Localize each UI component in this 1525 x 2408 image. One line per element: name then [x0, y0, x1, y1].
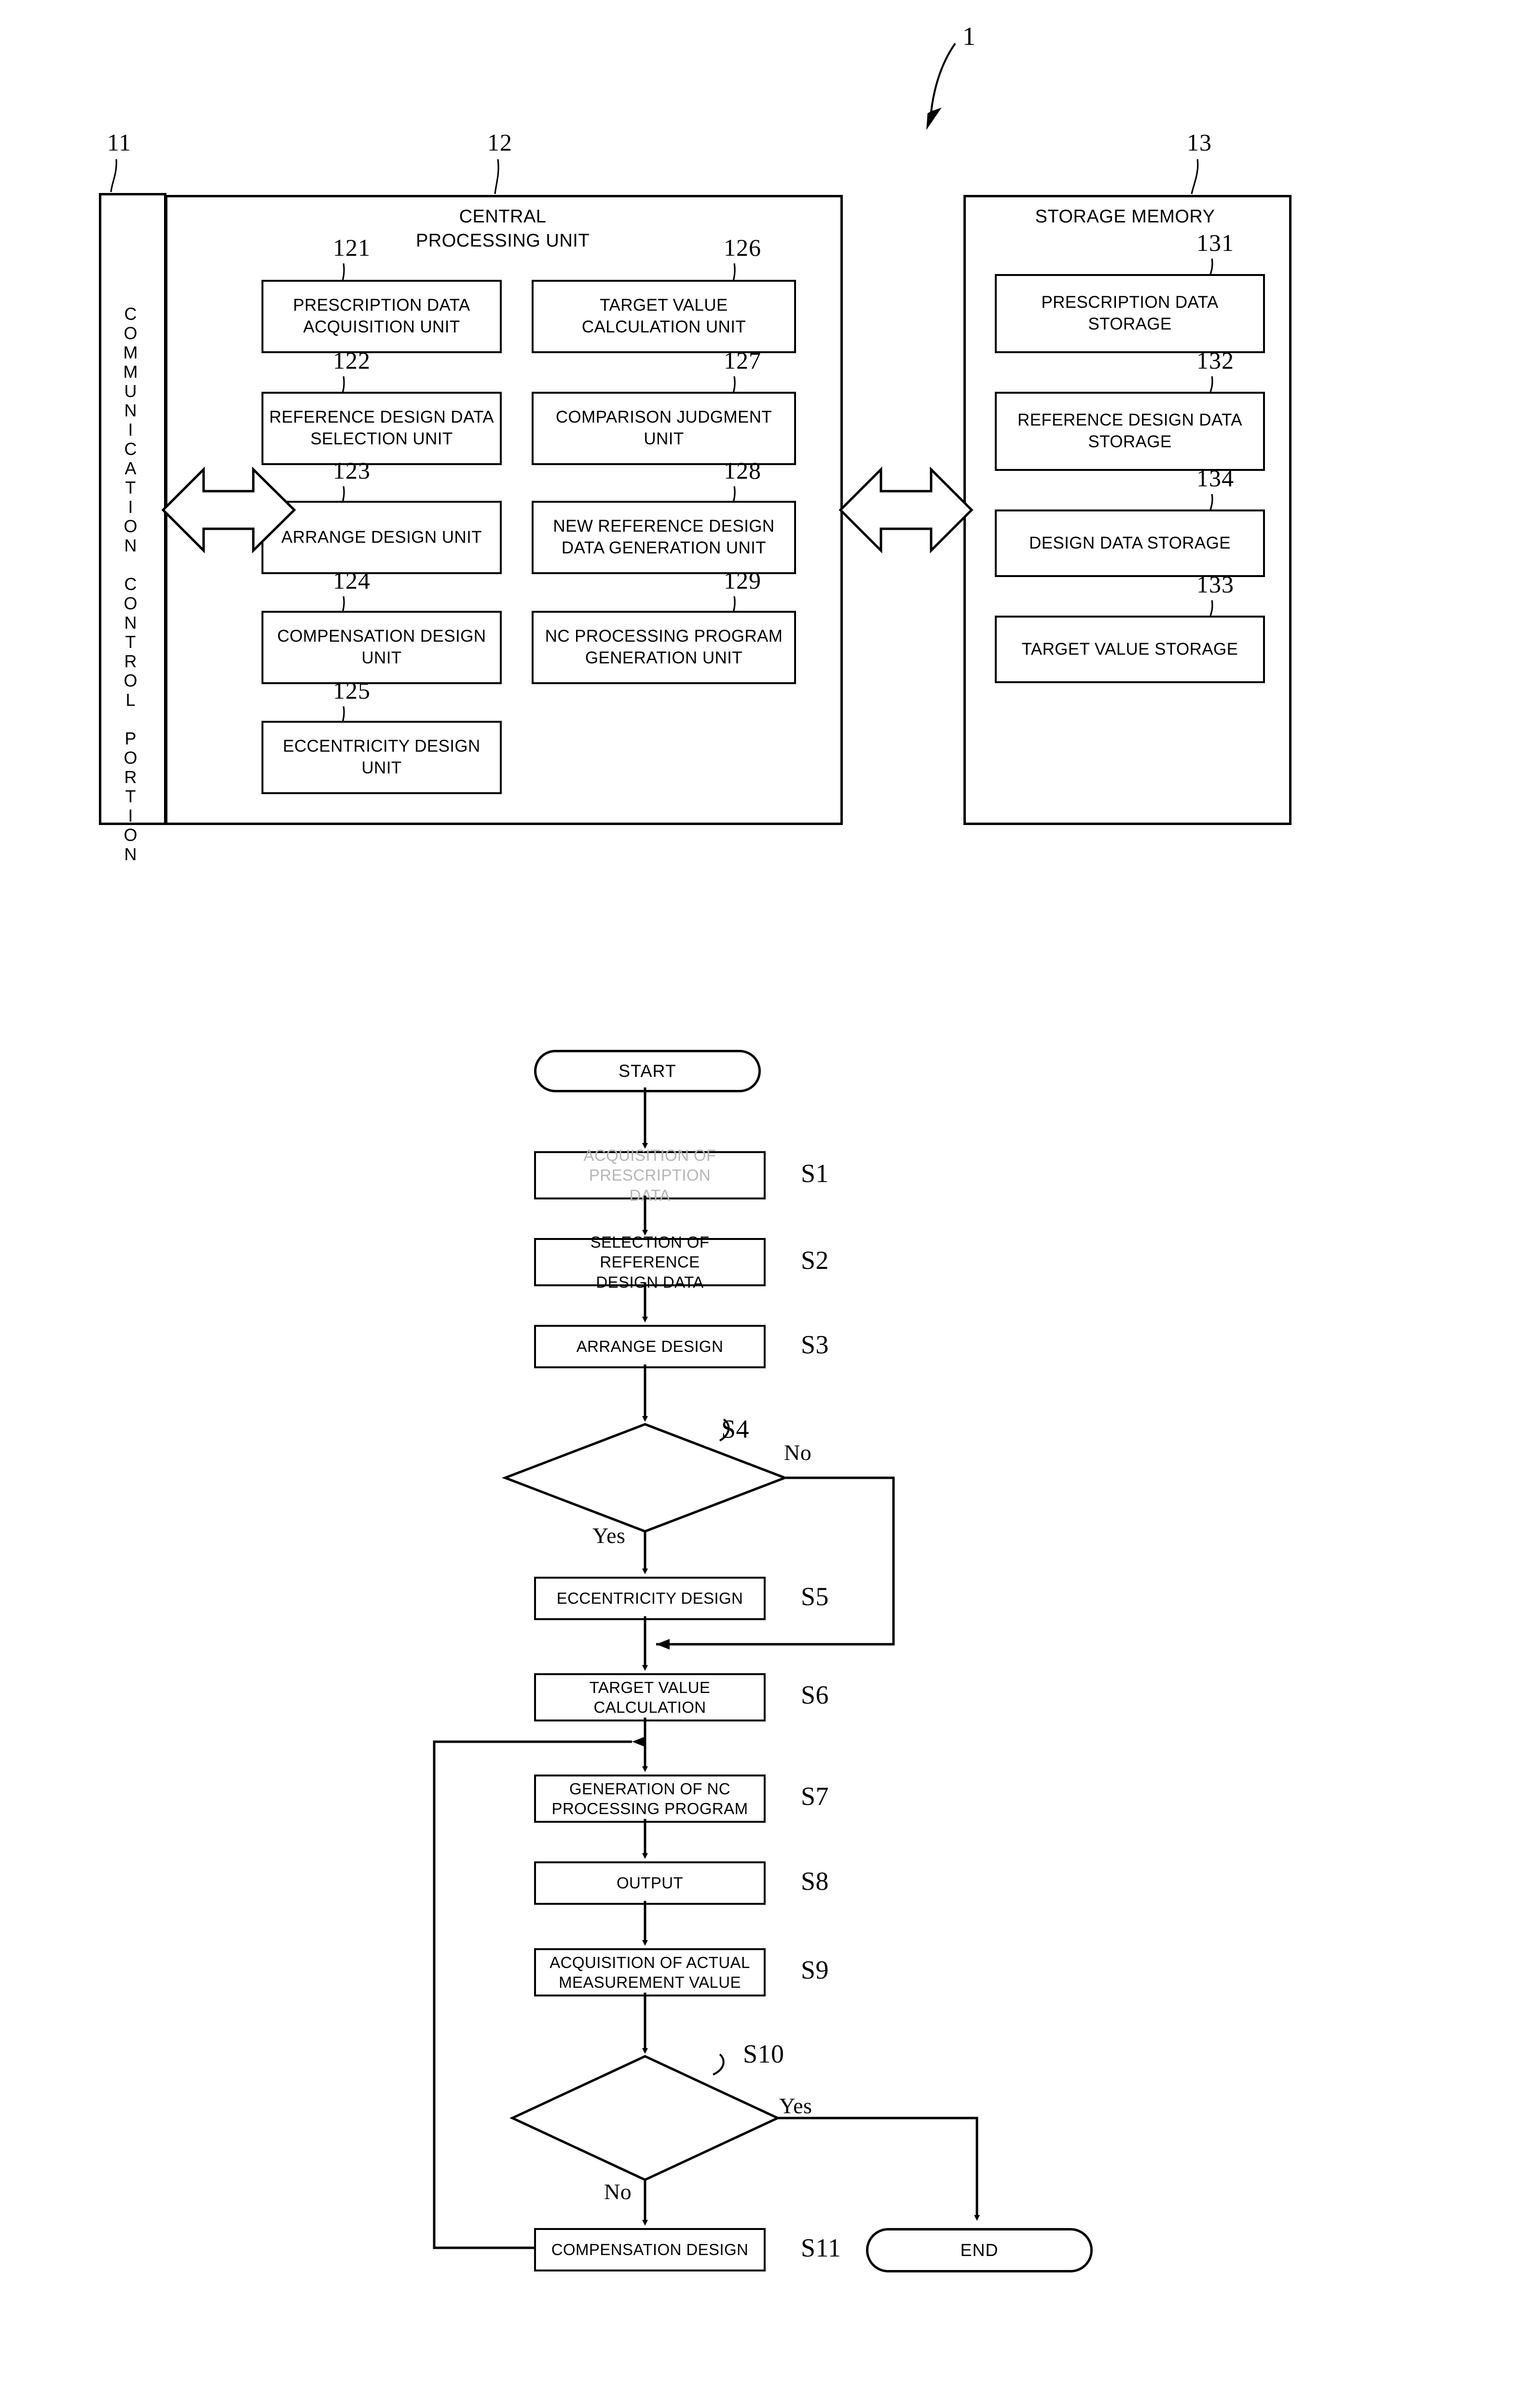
unit-label: COMPARISON JUDGMENT UNIT — [555, 408, 772, 448]
flow-step-label: TARGET VALUE CALCULATION — [589, 1678, 711, 1716]
ref-numeral-126: 126 — [724, 234, 761, 261]
flow-step-s2[interactable]: SELECTION OF REFERENCE DESIGN DATA — [534, 1233, 766, 1291]
ref-numeral-123: 123 — [333, 457, 371, 484]
flow-step-s1[interactable]: ACQUISITION OF PRESCRIPTION DATA — [534, 1146, 766, 1204]
storage-unit-prescription-data[interactable]: PRESCRIPTION DATA STORAGE — [995, 274, 1265, 353]
unit-arrange-design[interactable]: ARRANGE DESIGN UNIT — [261, 501, 502, 574]
flow-step-id-s8: S8 — [801, 1867, 829, 1896]
flow-terminal-end-label: END — [960, 2240, 999, 2260]
storage-unit-design-data[interactable]: DESIGN DATA STORAGE — [995, 509, 1265, 577]
unit-label: NEW REFERENCE DESIGN DATA GENERATION UNI… — [553, 517, 775, 557]
flow-branch-label-s4-yes: Yes — [592, 1523, 626, 1548]
ref-numeral-129: 129 — [724, 567, 761, 594]
flow-step-label: OUTPUT — [616, 1874, 684, 1892]
flow-step-s11[interactable]: COMPENSATION DESIGN — [534, 2228, 766, 2271]
communication-control-portion-label: COMMUNICATION CONTROL PORTION — [121, 304, 140, 864]
flow-step-id-s9: S9 — [801, 1955, 829, 1984]
flow-step-id-s7: S7 — [801, 1782, 829, 1811]
ref-numeral-133: 133 — [1196, 571, 1234, 598]
flow-step-s9[interactable]: ACQUISITION OF ACTUAL MEASUREMENT VALUE — [534, 1948, 766, 1996]
unit-comparison-judgment[interactable]: COMPARISON JUDGMENT UNIT — [532, 392, 796, 465]
flow-step-id-s11: S11 — [801, 2233, 841, 2262]
ref-numeral-124: 124 — [333, 567, 371, 594]
unit-prescription-data-acquisition[interactable]: PRESCRIPTION DATA ACQUISITION UNIT — [261, 280, 502, 353]
ref-numeral-131: 131 — [1196, 229, 1234, 256]
ref-numeral-11: 11 — [107, 129, 132, 156]
flow-step-id-s4: S4 — [721, 1415, 750, 1444]
flow-step-label: ACQUISITION OF PRESCRIPTION DATA — [583, 1146, 716, 1204]
ref-numeral-134: 134 — [1196, 465, 1234, 492]
unit-eccentricity-design[interactable]: ECCENTRICITY DESIGN UNIT — [261, 721, 502, 794]
ref-numeral-13: 13 — [1187, 129, 1212, 156]
unit-label: TARGET VALUE CALCULATION UNIT — [581, 296, 746, 336]
flow-step-id-s6: S6 — [801, 1680, 829, 1709]
unit-label: ARRANGE DESIGN UNIT — [281, 527, 482, 547]
ref-numeral-121: 121 — [333, 234, 371, 261]
ref-133-leader — [1207, 600, 1213, 626]
flow-step-label: ACQUISITION OF ACTUAL MEASUREMENT VALUE — [550, 1953, 750, 1991]
flow-step-id-s2: S2 — [801, 1246, 829, 1275]
ref-numeral-122: 122 — [333, 347, 371, 374]
flow-step-id-s3: S3 — [801, 1330, 829, 1359]
flow-step-label: COMPENSATION DESIGN — [551, 2241, 749, 2259]
ref-numeral-125: 125 — [333, 677, 371, 704]
unit-target-value-calculation[interactable]: TARGET VALUE CALCULATION UNIT — [532, 280, 796, 353]
unit-label: ECCENTRICITY DESIGN UNIT — [283, 737, 481, 777]
flow-terminal-start: START — [534, 1050, 761, 1092]
unit-label: TARGET VALUE STORAGE — [1021, 639, 1238, 659]
flow-branch-label-s10-yes: Yes — [779, 2093, 812, 2118]
flow-step-s5[interactable]: ECCENTRICITY DESIGN — [534, 1577, 766, 1620]
flow-step-id-s5: S5 — [801, 1582, 829, 1611]
storage-unit-target-value[interactable]: TARGET VALUE STORAGE — [995, 616, 1265, 683]
flow-step-id-s10: S10 — [743, 2039, 784, 2068]
flow-branch-label-s10-no: No — [604, 2179, 632, 2204]
flow-terminal-start-label: START — [618, 1061, 676, 1081]
ref-numeral-12: 12 — [487, 129, 512, 156]
flow-branch-label-s4-no: No — [784, 1440, 812, 1465]
central-processing-unit-title: CENTRAL PROCESSING UNIT — [415, 206, 590, 251]
unit-label: REFERENCE DESIGN DATA STORAGE — [1017, 411, 1243, 451]
flow-step-label: ECCENTRICITY DESIGN — [556, 1589, 743, 1608]
unit-label: NC PROCESSING PROGRAM GENERATION UNIT — [545, 627, 783, 667]
unit-label: COMPENSATION DESIGN UNIT — [277, 627, 486, 667]
unit-new-reference-design-data-generation[interactable]: NEW REFERENCE DESIGN DATA GENERATION UNI… — [532, 501, 796, 574]
unit-label: PRESCRIPTION DATA STORAGE — [1041, 293, 1219, 333]
flow-terminal-end: END — [866, 2228, 1093, 2272]
unit-compensation-design[interactable]: COMPENSATION DESIGN UNIT — [261, 611, 502, 684]
unit-reference-design-data-selection[interactable]: REFERENCE DESIGN DATA SELECTION UNIT — [261, 392, 502, 465]
flow-step-s7[interactable]: GENERATION OF NC PROCESSING PROGRAM — [534, 1775, 766, 1823]
flow-step-id-s1: S1 — [801, 1159, 829, 1188]
flow-step-label: SELECTION OF REFERENCE DESIGN DATA — [590, 1233, 710, 1291]
storage-memory-title: STORAGE MEMORY — [1035, 206, 1215, 227]
unit-label: PRESCRIPTION DATA ACQUISITION UNIT — [293, 296, 470, 336]
ref-numeral-127: 127 — [724, 347, 761, 374]
unit-label: DESIGN DATA STORAGE — [1029, 533, 1231, 552]
flow-step-s3[interactable]: ARRANGE DESIGN — [534, 1325, 766, 1368]
unit-nc-processing-program-generation[interactable]: NC PROCESSING PROGRAM GENERATION UNIT — [532, 611, 796, 684]
unit-label: REFERENCE DESIGN DATA SELECTION UNIT — [269, 408, 495, 448]
flow-step-s8[interactable]: OUTPUT — [534, 1861, 766, 1905]
ref-numeral-132: 132 — [1196, 347, 1234, 374]
storage-unit-reference-design-data[interactable]: REFERENCE DESIGN DATA STORAGE — [995, 392, 1265, 471]
flow-step-label: ARRANGE DESIGN — [576, 1337, 724, 1356]
flow-step-label: GENERATION OF NC PROCESSING PROGRAM — [551, 1779, 748, 1817]
ref-numeral-128: 128 — [724, 457, 761, 484]
patent-figure-page: 1 11 COMMUNICATION CONTROL PORTION 12 CE… — [0, 0, 1525, 2408]
flow-step-s6[interactable]: TARGET VALUE CALCULATION — [534, 1673, 766, 1721]
